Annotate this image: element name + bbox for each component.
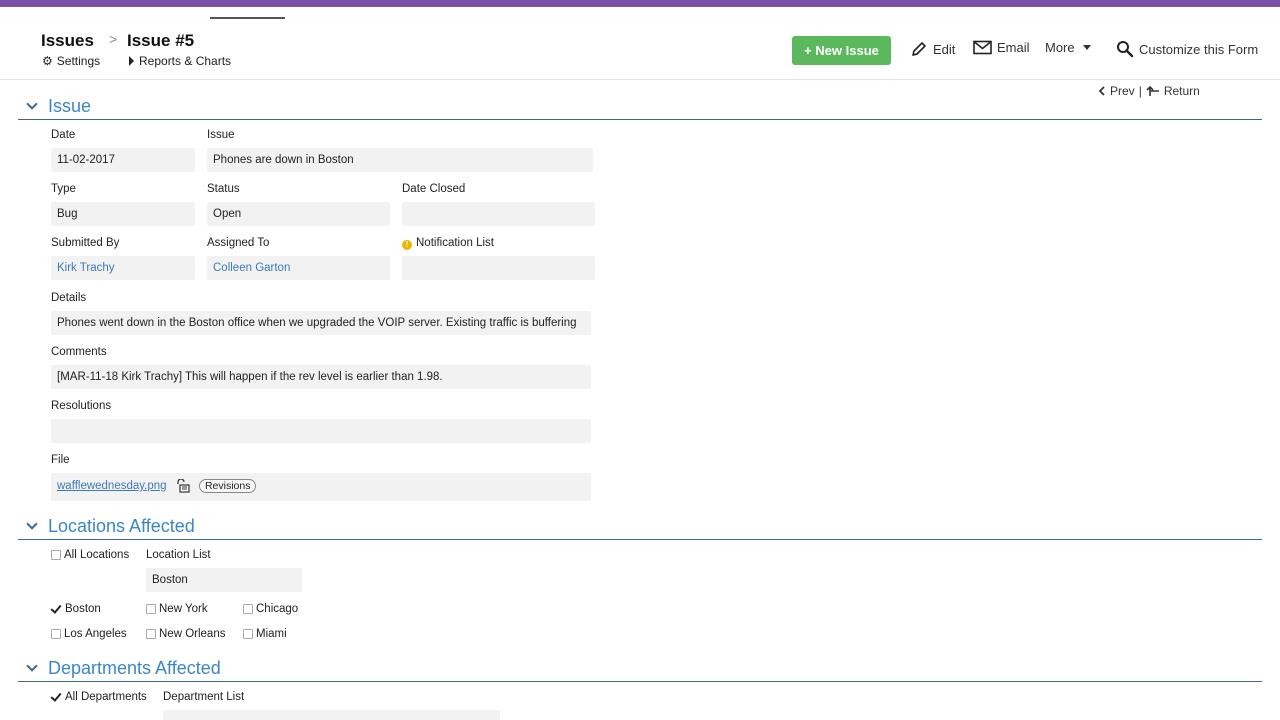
collapse-chevron-icon[interactable] bbox=[26, 660, 38, 672]
checkmark-icon bbox=[51, 604, 62, 615]
issue-label: Issue bbox=[207, 129, 235, 141]
email-label: Email bbox=[997, 40, 1030, 55]
details-field[interactable]: Phones went down in the Boston office wh… bbox=[51, 311, 591, 335]
all-departments-label: All Departments bbox=[65, 691, 147, 703]
checkbox-box bbox=[243, 604, 253, 614]
date-closed-label: Date Closed bbox=[402, 183, 466, 195]
edit-button[interactable]: Edit bbox=[910, 40, 955, 58]
checkbox-all-departments[interactable]: All Departments bbox=[51, 691, 147, 703]
issue-field[interactable]: Phones are down in Boston bbox=[207, 148, 593, 172]
section-departments: Departments Affected bbox=[18, 656, 1262, 682]
checkbox-new-orleans[interactable]: New Orleans bbox=[146, 628, 225, 640]
file-link[interactable]: wafflewednesday.png bbox=[57, 480, 167, 492]
location-list-field: Boston bbox=[146, 568, 302, 592]
checkbox-box bbox=[51, 629, 61, 639]
type-field[interactable]: Bug bbox=[51, 202, 195, 226]
checkbox-box bbox=[146, 629, 156, 639]
section-title-issue: Issue bbox=[48, 96, 92, 116]
checkbox-chicago[interactable]: Chicago bbox=[243, 603, 298, 615]
breadcrumb-issues[interactable]: Issues bbox=[41, 31, 94, 51]
reports-label: Reports & Charts bbox=[139, 54, 232, 68]
customize-label: Customize this Form bbox=[1139, 41, 1259, 57]
checkbox-new-york[interactable]: New York bbox=[146, 603, 208, 615]
active-tab-indicator bbox=[210, 17, 285, 19]
comments-field[interactable]: [MAR-11-18 Kirk Trachy] This will happen… bbox=[51, 365, 591, 389]
assigned-to-field[interactable]: Colleen Garton bbox=[207, 256, 390, 280]
location-label: Miami bbox=[256, 628, 287, 640]
file-field: wafflewednesday.png Revisions bbox=[51, 473, 591, 501]
collapse-chevron-icon[interactable] bbox=[26, 98, 38, 110]
details-label: Details bbox=[51, 292, 87, 304]
section-title-locations: Locations Affected bbox=[48, 516, 195, 536]
notification-list-field[interactable] bbox=[402, 256, 595, 280]
top-accent-bar bbox=[0, 0, 1280, 7]
envelope-icon bbox=[973, 40, 992, 55]
location-label: Los Angeles bbox=[64, 628, 127, 640]
location-label: Boston bbox=[65, 603, 101, 615]
type-label: Type bbox=[51, 183, 76, 195]
resolutions-field[interactable] bbox=[51, 419, 591, 443]
settings-link[interactable]: ⚙ Settings bbox=[42, 54, 100, 68]
status-label: Status bbox=[207, 183, 240, 195]
location-label: New York bbox=[159, 603, 208, 615]
revisions-button[interactable]: Revisions bbox=[198, 479, 257, 493]
section-issue: Issue bbox=[18, 94, 1262, 120]
page-header: Issues > Issue #5 ⚙ Settings Reports & C… bbox=[0, 7, 1280, 80]
pencil-icon bbox=[912, 42, 926, 56]
date-field[interactable]: 11-02-2017 bbox=[51, 148, 195, 172]
settings-label: Settings bbox=[56, 54, 101, 68]
caret-right-icon bbox=[129, 56, 134, 66]
resolutions-label: Resolutions bbox=[51, 400, 112, 412]
new-issue-button[interactable]: + New Issue bbox=[792, 36, 891, 65]
search-icon bbox=[1117, 41, 1134, 58]
more-dropdown[interactable]: More bbox=[1045, 40, 1091, 55]
date-label: Date bbox=[51, 129, 76, 141]
all-locations-label: All Locations bbox=[64, 549, 130, 561]
unlock-icon[interactable] bbox=[176, 479, 192, 493]
collapse-chevron-icon[interactable] bbox=[26, 518, 38, 530]
submitted-by-field[interactable]: Kirk Trachy bbox=[51, 256, 195, 280]
date-closed-field[interactable] bbox=[402, 202, 595, 226]
checkbox-los-angeles[interactable]: Los Angeles bbox=[51, 628, 127, 640]
status-field[interactable]: Open bbox=[207, 202, 390, 226]
checkbox-box bbox=[243, 629, 253, 639]
edit-label: Edit bbox=[933, 41, 956, 57]
gear-icon: ⚙ bbox=[42, 54, 53, 68]
section-locations: Locations Affected bbox=[18, 514, 1262, 540]
department-list-field bbox=[163, 710, 500, 720]
comments-label: Comments bbox=[51, 346, 107, 358]
checkbox-box bbox=[146, 604, 156, 614]
location-list-label: Location List bbox=[146, 549, 211, 561]
info-icon[interactable]: ! bbox=[402, 240, 412, 250]
customize-form-button[interactable]: Customize this Form bbox=[1116, 40, 1258, 58]
reports-charts-link[interactable]: Reports & Charts bbox=[129, 54, 231, 68]
assigned-to-label: Assigned To bbox=[207, 237, 270, 249]
checkbox-miami[interactable]: Miami bbox=[243, 628, 287, 640]
file-label: File bbox=[51, 454, 70, 466]
chevron-down-icon bbox=[1082, 45, 1091, 50]
submitted-by-label: Submitted By bbox=[51, 237, 120, 249]
checkmark-icon bbox=[51, 692, 62, 703]
section-title-departments: Departments Affected bbox=[48, 658, 221, 678]
breadcrumb-separator: > bbox=[109, 31, 118, 47]
checkbox-boston[interactable]: Boston bbox=[51, 603, 101, 615]
notification-list-label-wrap: ! Notification List bbox=[402, 237, 494, 250]
location-label: Chicago bbox=[256, 603, 299, 615]
checkbox-all-locations[interactable]: All Locations bbox=[51, 549, 129, 561]
notification-list-label: Notification List bbox=[416, 237, 494, 249]
email-button[interactable]: Email bbox=[973, 40, 1030, 55]
more-label: More bbox=[1045, 40, 1075, 55]
department-list-label: Department List bbox=[163, 691, 245, 703]
location-label: New Orleans bbox=[159, 628, 226, 640]
breadcrumb-current: Issue #5 bbox=[127, 31, 195, 50]
checkbox-box bbox=[51, 550, 61, 560]
